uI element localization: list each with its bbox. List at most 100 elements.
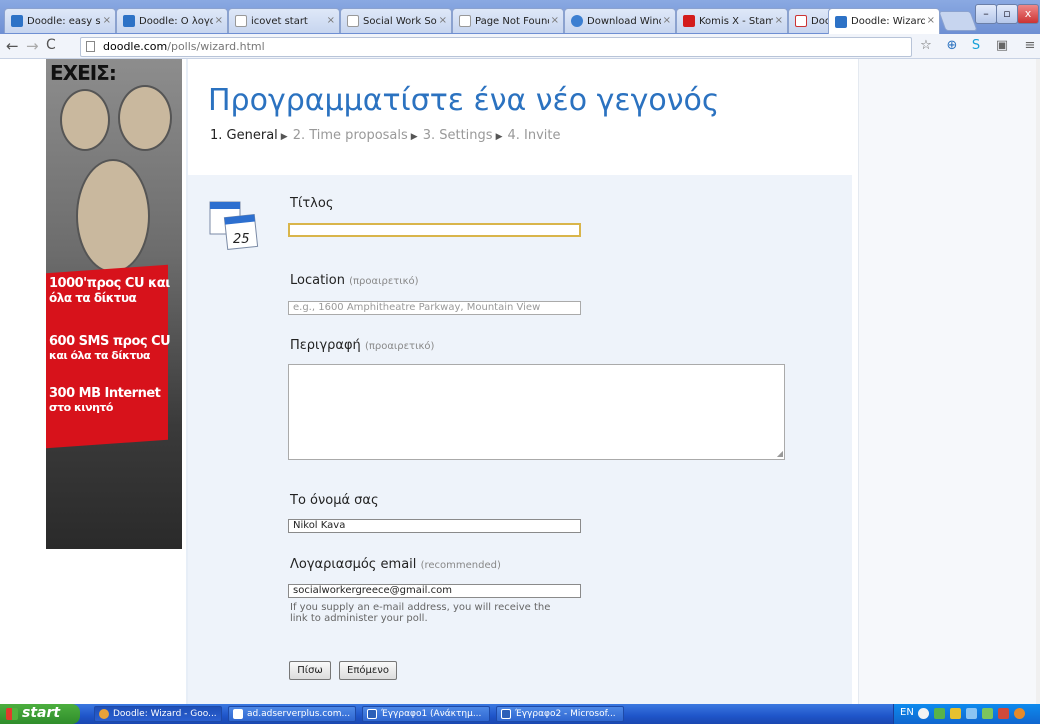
download-icon (571, 15, 583, 27)
maximize-button[interactable]: ▫ (996, 4, 1018, 24)
step-general: 1. General (210, 128, 278, 143)
browser-toolbar: ← → C doodle.com/polls/wizard.html ☆ ⊕ S… (0, 34, 1040, 59)
name-input[interactable]: Nikol Kava (288, 519, 581, 533)
youtube-icon (683, 15, 695, 27)
update-icon[interactable] (1014, 708, 1025, 719)
email-hint: If you supply an e-mail address, you wil… (290, 602, 551, 624)
email-input[interactable]: socialworkergreece@gmail.com (288, 584, 581, 598)
step-arrow-icon: ▶ (280, 132, 288, 142)
antivirus-icon[interactable] (998, 708, 1009, 719)
word-icon (501, 709, 511, 719)
task-label: Doodle: Wizard - Goo... (113, 709, 217, 719)
tab-icovet-start[interactable]: icovet start × (228, 8, 340, 33)
step-arrow-icon: ▶ (410, 132, 418, 142)
tab-doodle-easy[interactable]: Doodle: easy sc × (4, 8, 116, 33)
task-label: ad.adserverplus.com... (247, 709, 351, 719)
right-panel (858, 59, 1040, 704)
gmail-icon (795, 15, 807, 27)
close-icon[interactable]: × (439, 15, 447, 26)
tab-label: Social Work Sof (363, 15, 437, 27)
doodle-icon (11, 15, 23, 27)
minimize-button[interactable]: – (975, 4, 997, 24)
page-icon (233, 709, 243, 719)
ad-text: όλα τα δίκτυα (49, 291, 137, 305)
close-icon[interactable]: × (775, 15, 783, 26)
close-icon[interactable]: × (103, 15, 111, 26)
monitor-icon[interactable] (982, 708, 993, 719)
step-arrow-icon: ▶ (495, 132, 503, 142)
step-invite: 4. Invite (507, 128, 561, 143)
taskbar-item-document2[interactable]: Έγγραφο2 - Microsof... (496, 706, 624, 722)
back-arrow-icon[interactable]: ← (6, 37, 19, 55)
tab-label: Doodle: Wizard (851, 16, 925, 27)
volume-icon[interactable] (966, 708, 977, 719)
menu-icon[interactable]: ≡ (1022, 38, 1038, 54)
extension-icon[interactable]: ⊕ (944, 38, 960, 54)
address-bar[interactable]: doodle.com/polls/wizard.html (80, 37, 912, 57)
taskbar-item-adserver[interactable]: ad.adserverplus.com... (228, 706, 356, 722)
doodle-icon (123, 15, 135, 27)
close-icon[interactable]: × (215, 15, 223, 26)
tab-label: Download Wind (587, 15, 661, 27)
wizard-steps: 1. General ▶ 2. Time proposals ▶ 3. Settings… (210, 128, 561, 143)
email-label-text: Λογαριασμός email (290, 557, 417, 572)
screenshot-icon[interactable]: ▣ (994, 38, 1010, 54)
close-icon[interactable]: × (663, 15, 671, 26)
tab-download-windows[interactable]: Download Wind × (564, 8, 676, 33)
url-path: /polls/wizard.html (167, 40, 265, 53)
windows-logo-icon (6, 708, 18, 720)
location-label: Location (προαιρετικό) (290, 273, 419, 288)
tab-label: Komis X - Stama (699, 15, 773, 27)
tab-label: icovet start (251, 15, 308, 27)
back-button[interactable]: Πίσω (289, 661, 331, 680)
optional-note: (προαιρετικό) (349, 276, 419, 287)
close-icon[interactable]: × (551, 15, 559, 26)
taskbar-item-chrome[interactable]: Doodle: Wizard - Goo... (94, 706, 222, 722)
scrollbar[interactable] (1036, 59, 1040, 704)
windows-taskbar: start Doodle: Wizard - Goo... ad.adserve… (0, 704, 1040, 724)
forward-arrow-icon[interactable]: → (26, 37, 39, 55)
ad-illustration (76, 159, 150, 273)
recommended-note: (recommended) (420, 560, 501, 571)
tab-doodle-wizard[interactable]: Doodle: Wizard × (828, 8, 940, 34)
location-label-text: Location (290, 273, 345, 288)
close-icon[interactable]: × (327, 15, 335, 26)
next-button[interactable]: Επόμενο (339, 661, 397, 680)
location-input[interactable]: e.g., 1600 Amphitheatre Parkway, Mountai… (288, 301, 581, 315)
ad-text: 600 SMS προς CU (49, 334, 171, 349)
close-window-button[interactable]: x (1017, 4, 1039, 24)
reload-icon[interactable]: C (46, 37, 56, 53)
calendar-day-front: 25 (233, 232, 250, 247)
tab-komis-x[interactable]: Komis X - Stama × (676, 8, 788, 33)
tab-page-not-found[interactable]: Page Not Found × (452, 8, 564, 33)
url-text: doodle.com/polls/wizard.html (103, 40, 265, 53)
resize-grip-icon[interactable]: ◢ (777, 450, 783, 458)
page-icon (86, 41, 95, 52)
close-icon[interactable]: × (927, 15, 935, 26)
security-icon[interactable] (950, 708, 961, 719)
task-label: Έγγραφο2 - Microsof... (515, 709, 616, 719)
language-indicator[interactable]: EN (900, 707, 914, 718)
start-button[interactable]: start (0, 704, 80, 724)
taskbar-item-document1[interactable]: Έγγραφο1 (Ανάκτημ... (362, 706, 490, 722)
start-label: start (22, 705, 61, 721)
ad-text: 300 MB Internet (49, 386, 161, 401)
tab-doodle-logos[interactable]: Doodle: Ο λογα × (116, 8, 228, 33)
title-input[interactable] (288, 223, 581, 237)
network-icon[interactable] (934, 708, 945, 719)
step-settings: 3. Settings (422, 128, 493, 143)
step-time-proposals: 2. Time proposals (292, 128, 408, 143)
ad-illustration (60, 89, 110, 151)
arrow-icon[interactable] (918, 708, 929, 719)
description-textarea[interactable]: ◢ (288, 364, 785, 460)
new-tab-button[interactable] (938, 11, 978, 31)
browser-tab-strip: Doodle: easy sc × Doodle: Ο λογα × icove… (0, 0, 1040, 34)
ad-text: και όλα τα δίκτυα (49, 349, 150, 362)
star-icon[interactable]: ☆ (918, 38, 934, 54)
tab-social-work[interactable]: Social Work Sof × (340, 8, 452, 33)
advertisement-banner[interactable]: ΕΧΕΙΣ: 1000'προς CU και όλα τα δίκτυα 60… (46, 59, 182, 549)
calendar-icon: 1 25 (209, 201, 259, 251)
tab-label: Doodle: easy sc (27, 15, 101, 27)
skype-icon[interactable]: S (968, 38, 984, 54)
page-title: Προγραμματίστε ένα νέο γεγονός (208, 83, 720, 118)
